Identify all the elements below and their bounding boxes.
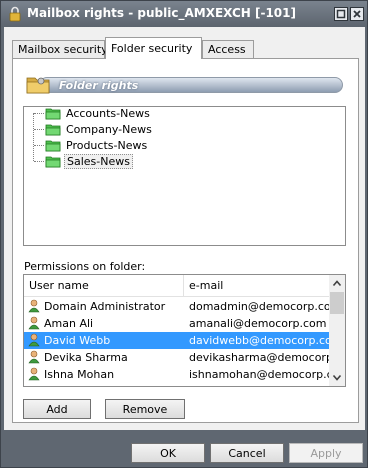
table-row[interactable]: Devika Sharma devikasharma@democorp.com	[24, 349, 329, 366]
tab-mailbox-security[interactable]: Mailbox security	[12, 40, 108, 59]
folder-rights-title: Folder rights	[59, 79, 139, 92]
dialog-window: Mailbox rights - public_AMXEXCH [-101] M…	[0, 0, 368, 468]
table-row[interactable]: David Webb davidwebb@democorp.com	[24, 332, 329, 349]
user-name: Devika Sharma	[44, 351, 128, 364]
add-button[interactable]: Add	[23, 399, 91, 419]
user-icon	[28, 316, 40, 332]
close-icon	[353, 10, 361, 18]
table-row[interactable]: Ishna Mohan ishnamohan@democorp.com	[24, 366, 329, 383]
folder-key-icon	[25, 73, 53, 98]
title-bar[interactable]: Mailbox rights - public_AMXEXCH [-101]	[1, 1, 367, 27]
list-header: User name e-mail	[24, 275, 329, 297]
scroll-down-button[interactable]	[329, 369, 345, 386]
user-email: devikasharma@democorp.com	[189, 351, 329, 364]
tree-branch	[34, 161, 44, 162]
folder-icon	[45, 155, 61, 171]
column-header-email[interactable]: e-mail	[189, 279, 223, 292]
user-name: Ishna Mohan	[44, 368, 115, 381]
user-email: davidwebb@democorp.com	[189, 334, 329, 347]
close-button[interactable]	[350, 7, 364, 21]
dialog-client: Mailbox security Folder security Access …	[4, 27, 365, 463]
user-email: amanali@democorp.com	[189, 317, 327, 330]
tab-folder-security[interactable]: Folder security	[105, 37, 202, 59]
window-title: Mailbox rights - public_AMXEXCH [-101]	[27, 6, 296, 20]
maximize-button[interactable]	[334, 7, 348, 21]
tab-access[interactable]: Access	[202, 40, 254, 59]
folder-label: Sales-News	[64, 154, 133, 169]
folder-label: Products-News	[66, 139, 148, 152]
user-email: ishnamohan@democorp.com	[189, 368, 329, 381]
table-row[interactable]: Domain Administrator domadmin@democorp.c…	[24, 298, 329, 315]
user-name: Domain Administrator	[44, 300, 166, 313]
folder-label: Accounts-News	[66, 107, 150, 120]
column-divider[interactable]	[183, 275, 184, 297]
lock-icon	[9, 6, 21, 22]
apply-button[interactable]: Apply	[289, 443, 363, 463]
maximize-icon	[336, 9, 346, 19]
scroll-thumb[interactable]	[330, 292, 344, 314]
folder-label: Company-News	[66, 123, 152, 136]
permissions-list[interactable]: User name e-mail Domain Administrator do…	[23, 274, 346, 387]
scroll-up-button[interactable]	[329, 275, 345, 292]
user-name: David Webb	[44, 334, 111, 347]
vertical-scrollbar[interactable]	[329, 275, 345, 386]
tree-branch	[34, 113, 44, 114]
tree-branch	[34, 145, 44, 146]
remove-button[interactable]: Remove	[105, 399, 185, 419]
folder-rights-header: Folder rights	[25, 73, 343, 95]
folder-tree[interactable]: Accounts-News Company-News Products-News	[23, 106, 346, 246]
user-email: domadmin@democorp.com	[189, 300, 329, 313]
folder-icon	[45, 107, 61, 123]
user-icon	[28, 367, 40, 383]
folder-security-panel: Folder rights Accounts-News Company-News…	[12, 58, 359, 423]
user-icon	[28, 299, 40, 315]
cancel-button[interactable]: Cancel	[210, 443, 284, 463]
chevron-up-icon	[332, 280, 342, 287]
chevron-down-icon	[332, 374, 342, 381]
user-name: Aman Ali	[44, 317, 94, 330]
table-row[interactable]: Aman Ali amanali@democorp.com	[24, 315, 329, 332]
permissions-label: Permissions on folder:	[24, 260, 146, 273]
folder-icon	[45, 123, 61, 139]
user-icon	[28, 350, 40, 366]
folder-icon	[45, 139, 61, 155]
tree-branch	[34, 129, 44, 130]
user-icon	[28, 333, 40, 349]
ok-button[interactable]: OK	[131, 443, 205, 463]
column-header-user-name[interactable]: User name	[29, 279, 89, 292]
tree-line	[33, 113, 34, 161]
